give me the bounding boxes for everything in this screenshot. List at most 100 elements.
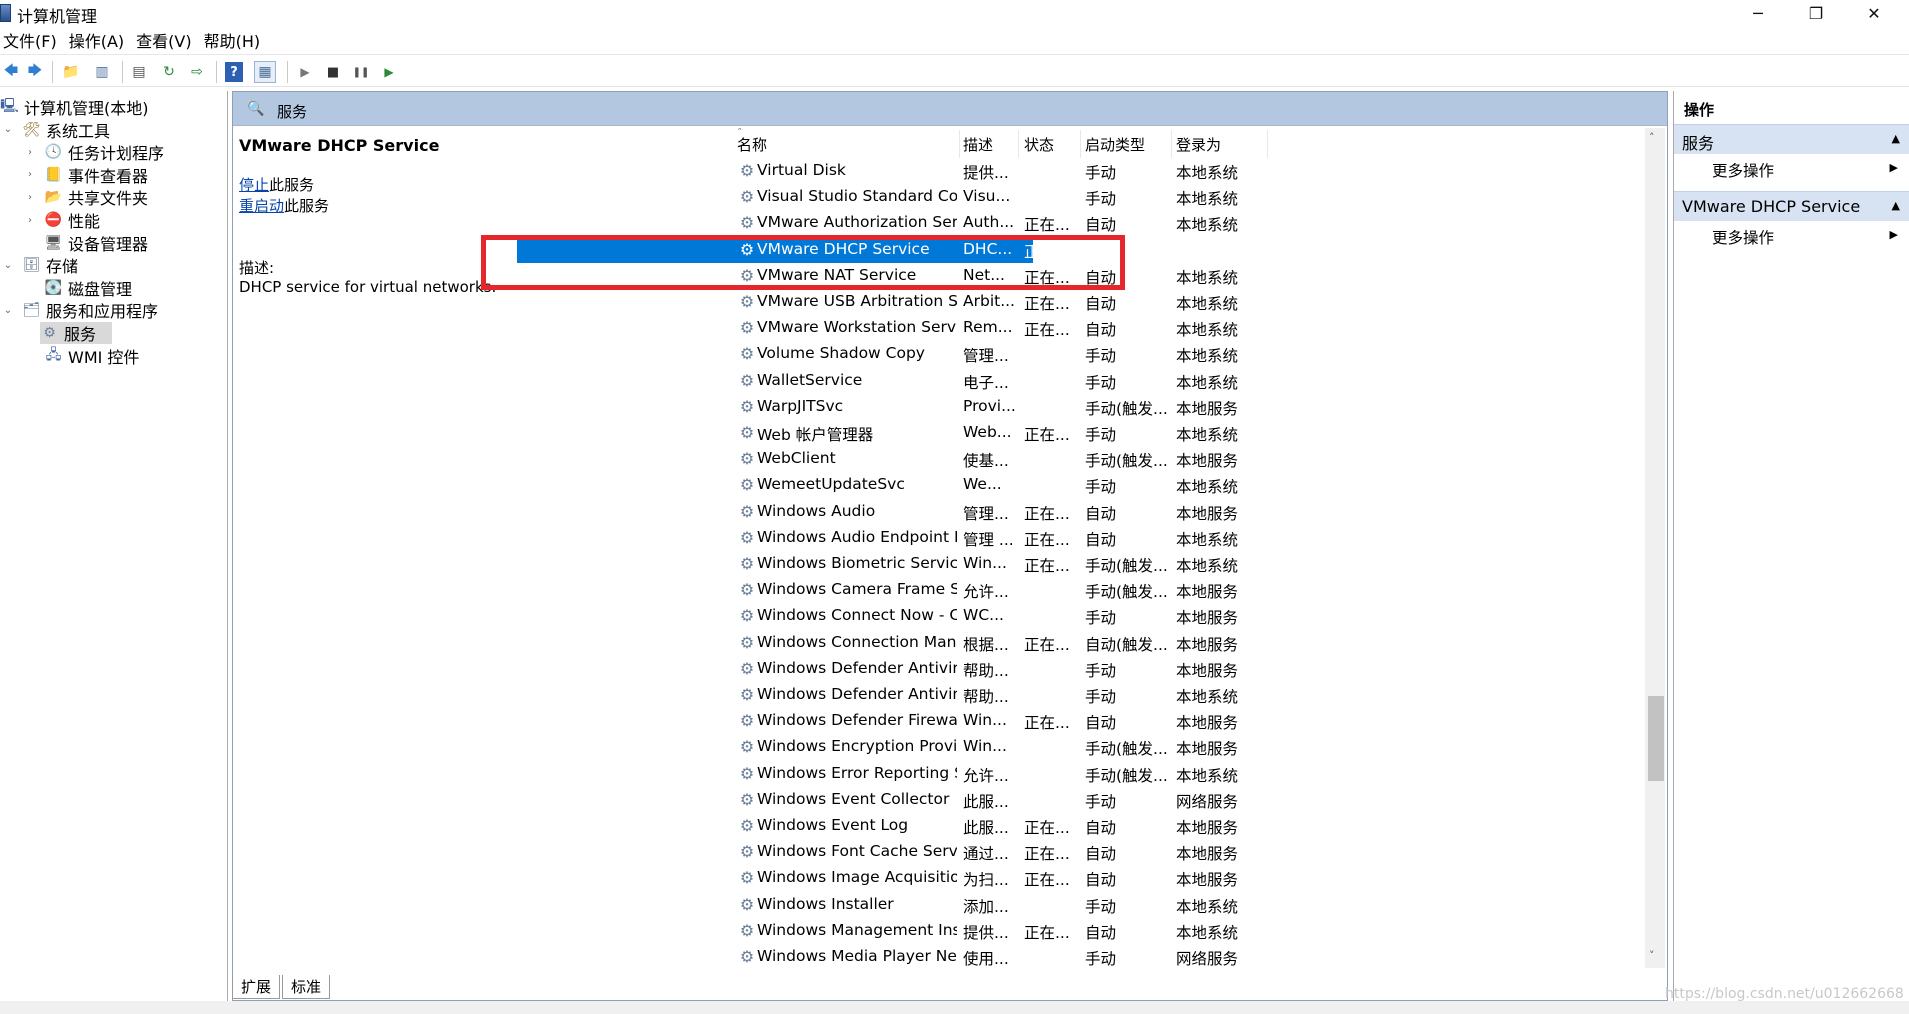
scroll-up-icon[interactable]: ˄ <box>1649 131 1655 144</box>
table-row[interactable]: ⚙Visual Studio Standard Coll... Visu... 手动… <box>497 184 1277 210</box>
table-row[interactable]: ⚙ Windows Camera Frame S... 允许... 手动(触发... 本… <box>497 577 1277 603</box>
column-startup-type[interactable]: 启动类型 <box>1085 134 1145 155</box>
performance-icon: ⛔ <box>44 212 63 228</box>
actions-group-selected-service[interactable]: VMware DHCP Service ▲ <box>1674 191 1909 221</box>
table-row[interactable]: ⚙ WebClient 使基... 手动(触发... 本地服务 <box>497 446 1277 472</box>
tree-item[interactable]: ⌄ 🗂 服务和应用程序 <box>2 299 158 321</box>
tab-extended[interactable]: 扩展 <box>232 975 281 999</box>
stop-service-suffix: 此服务 <box>269 176 315 194</box>
tree-item[interactable]: › 📒 事件查看器 <box>24 164 148 186</box>
more-actions-item[interactable]: 更多操作 ▶ <box>1674 155 1909 183</box>
table-row[interactable]: ⚙ Virtual Disk 提供... 手动 本地系统 <box>497 158 1277 184</box>
export-list-icon[interactable]: ⇨ <box>186 61 208 83</box>
menu-help[interactable]: 帮助(H) <box>201 28 270 52</box>
tree-item[interactable]: ⚙ 服务 <box>40 322 112 344</box>
close-button[interactable]: ✕ <box>1845 0 1903 27</box>
expand-chevron-icon[interactable]: › <box>24 192 36 203</box>
cell-startup-type: 自动 <box>1085 216 1117 235</box>
table-row[interactable]: ⚙ Windows Defender Antivir... 帮助... 手动 本地系统 <box>497 682 1277 708</box>
stop-service-icon[interactable]: ■ <box>322 61 344 83</box>
menu-file[interactable]: 文件(F) <box>0 28 66 52</box>
table-row[interactable]: ⚙ Windows Audio 管理... 正在... 自动 本地服务 <box>497 499 1277 525</box>
scroll-down-icon[interactable]: ˅ <box>1649 949 1655 962</box>
toolbar-separator <box>52 61 53 83</box>
tree-item[interactable]: ⌄ 🗄 存储 <box>2 254 78 276</box>
column-log-on-as[interactable]: 登录为 <box>1176 134 1221 155</box>
cell-log-on-as: 本地服务 <box>1176 740 1239 759</box>
tree-item[interactable]: ⌄ 🛠 系统工具 <box>2 119 110 141</box>
table-row[interactable]: ⚙ Windows Media Player Net... 使用... 手动 网络服务 <box>497 944 1277 968</box>
table-row[interactable]: ⚙ Windows Defender Antivir... 帮助... 手动 本地服务 <box>497 656 1277 682</box>
cell-startup-type: 手动 <box>1085 190 1117 209</box>
table-row[interactable]: ⚙ Windows Font Cache Servi... 通过... 正在... 自动… <box>497 839 1277 865</box>
expand-chevron-icon[interactable]: ⌄ <box>2 305 14 316</box>
vertical-scrollbar[interactable]: ˄ ˅ <box>1645 128 1665 968</box>
up-folder-icon[interactable]: 📁 <box>60 61 82 83</box>
highlight-annotation-box <box>481 235 1125 290</box>
properties-icon[interactable]: ▤ <box>128 61 150 83</box>
expand-chevron-icon[interactable]: ⌄ <box>2 124 14 135</box>
pause-service-icon[interactable]: ❚❚ <box>350 61 372 83</box>
start-service-icon[interactable]: ▶ <box>294 61 316 83</box>
table-row[interactable]: ⚙ Windows Connection Man... 根据... 正在... 自动(触… <box>497 630 1277 656</box>
tree-item[interactable]: › ⛔ 性能 <box>24 209 100 231</box>
help-icon[interactable]: ? <box>225 62 243 82</box>
column-description[interactable]: 描述 <box>963 134 993 155</box>
expand-chevron-icon[interactable]: › <box>24 215 36 226</box>
expand-chevron-icon[interactable]: › <box>24 147 36 158</box>
menu-action[interactable]: 操作(A) <box>66 28 133 52</box>
table-row[interactable]: ⚙ WarpJITSvc Provi... 手动(触发... 本地服务 <box>497 394 1277 420</box>
table-row[interactable]: ⚙ Windows Event Collector 此服... 手动 网络服务 <box>497 787 1277 813</box>
cell-name: Windows Connection Man... <box>757 632 957 651</box>
column-status[interactable]: 状态 <box>1024 134 1054 155</box>
tab-standard[interactable]: 标准 <box>282 975 331 999</box>
back-arrow-icon[interactable]: 🡄 <box>0 61 22 83</box>
table-row[interactable]: ⚙ Windows Management Ins... 提供... 正在... 自动 本地… <box>497 918 1277 944</box>
expand-chevron-icon[interactable]: › <box>24 169 36 180</box>
stop-service-link[interactable]: 停止 <box>239 176 269 194</box>
scrollbar-thumb[interactable] <box>1648 696 1664 781</box>
table-row[interactable]: ⚙Windows Encryption Provid... Win... 手动(触发… <box>497 734 1277 760</box>
resume-service-icon[interactable]: ▶ <box>378 61 400 83</box>
menu-view[interactable]: 查看(V) <box>133 28 200 52</box>
table-row[interactable]: ⚙ Windows Defender Firewall Win... 正在... 自动 本… <box>497 708 1277 734</box>
app-icon <box>0 4 11 22</box>
table-row[interactable]: ⚙ VMware USB Arbitration S... Arbit... 正在..… <box>497 289 1277 315</box>
actions-pane: 操作 服务 ▲ 更多操作 ▶ VMware DHCP Service ▲ 更多操… <box>1673 91 1909 1001</box>
collapse-icon[interactable]: ▲ <box>1892 199 1900 212</box>
table-row[interactable]: ⚙ VMware Authorization Ser... Auth... 正在...… <box>497 210 1277 236</box>
table-row[interactable]: ⚙ VMware Workstation Server Rem... 正在... 自动 本… <box>497 315 1277 341</box>
collapse-icon[interactable]: ▲ <box>1892 132 1900 145</box>
table-row[interactable]: ⚙ Windows Image Acquisitio... 为扫... 正在... 自动… <box>497 865 1277 891</box>
table-row[interactable]: ⚙ Windows Installer 添加... 手动 本地系统 <box>497 892 1277 918</box>
tree-item[interactable]: 🖧 WMI 控件 <box>24 345 140 367</box>
table-row[interactable]: ⚙ Windows Event Log 此服... 正在... 自动 本地服务 <box>497 813 1277 839</box>
table-row[interactable]: ⚙ Windows Biometric Service Win... 正在... 手动(… <box>497 551 1277 577</box>
restart-service-link[interactable]: 重启动 <box>239 197 284 215</box>
tree-item[interactable]: › 🕓 任务计划程序 <box>24 141 164 163</box>
service-gear-icon: ⚙ <box>739 318 755 338</box>
tree-item[interactable]: › 📂 共享文件夹 <box>24 186 148 208</box>
more-actions-item[interactable]: 更多操作 ▶ <box>1674 222 1909 250</box>
computer-management-window: 计算机管理 ─ ❐ ✕ 文件(F) 操作(A) 查看(V) 帮助(H) 🡄 🡆 … <box>0 0 1909 1014</box>
title-bar: 计算机管理 ─ ❐ ✕ <box>0 0 1909 27</box>
expand-chevron-icon[interactable]: ⌄ <box>2 260 14 271</box>
restore-button[interactable]: ❐ <box>1787 0 1845 27</box>
table-row[interactable]: ⚙ Web 帐户管理器 Web... 正在... 手动 本地系统 <box>497 420 1277 446</box>
tree-item[interactable]: 🖥 设备管理器 <box>24 232 148 254</box>
table-row[interactable]: ⚙Windows Audio Endpoint B... 管理 ... 正在... 自… <box>497 525 1277 551</box>
table-row[interactable]: ⚙ WemeetUpdateSvc We... 手动 本地系统 <box>497 472 1277 498</box>
forward-arrow-icon[interactable]: 🡆 <box>24 61 46 83</box>
table-row[interactable]: ⚙ Windows Error Reporting S... 允许... 手动(触发.… <box>497 761 1277 787</box>
view-pane-icon[interactable]: ▦ <box>254 61 276 83</box>
tree-item[interactable]: 🖳 计算机管理(本地) <box>0 96 148 118</box>
column-name[interactable]: 名称 <box>737 134 767 155</box>
actions-group-services[interactable]: 服务 ▲ <box>1674 124 1909 154</box>
show-tree-icon[interactable]: ▥ <box>91 61 113 83</box>
refresh-icon[interactable]: ↻ <box>158 61 180 83</box>
table-row[interactable]: ⚙ Windows Connect Now - C... WC... 手动 本地服务 <box>497 603 1277 629</box>
table-row[interactable]: ⚙ Volume Shadow Copy 管理... 手动 本地系统 <box>497 341 1277 367</box>
minimize-button[interactable]: ─ <box>1729 0 1787 27</box>
tree-item[interactable]: 💽 磁盘管理 <box>24 277 132 299</box>
table-row[interactable]: ⚙ WalletService 电子... 手动 本地系统 <box>497 368 1277 394</box>
